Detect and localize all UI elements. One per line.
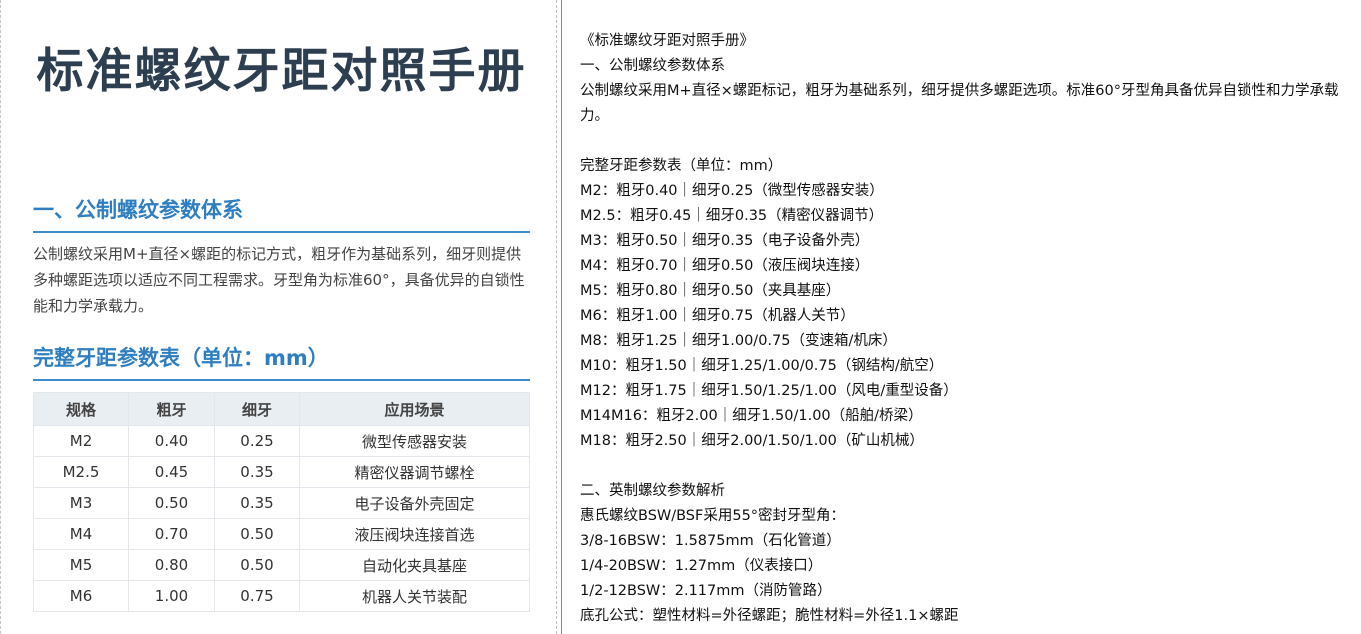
text-line: M14M16：粗牙2.00｜细牙1.50/1.00（船舶/桥梁）: [580, 408, 923, 424]
cell-spec: M3: [33, 487, 129, 519]
column-header-spec: 规格: [33, 392, 129, 426]
cell-coarse: 0.40: [128, 425, 215, 457]
text-line: 惠氏螺纹BSW/BSF采用55°密封牙型角：: [580, 508, 846, 524]
cell-coarse: 0.50: [128, 487, 215, 519]
table-row: M6 1.00 0.75 机器人关节装配: [33, 580, 530, 612]
pitch-table: 规格 粗牙 细牙 应用场景 M2 0.40 0.25 微型传感器安装 M2.5 …: [33, 392, 530, 612]
cell-coarse: 0.70: [128, 518, 215, 550]
text-line: 一、公制螺纹参数体系: [580, 58, 725, 74]
table-row: M4 0.70 0.50 液压阀块连接首选: [33, 518, 530, 550]
table-header-row: 规格 粗牙 细牙 应用场景: [33, 392, 530, 426]
text-line: M4：粗牙0.70｜细牙0.50（液压阀块连接）: [580, 258, 870, 274]
cell-spec: M2.5: [33, 456, 129, 488]
text-line: M6：粗牙1.00｜细牙0.75（机器人关节）: [580, 308, 855, 324]
text-line: 1/2-12BSW：2.117mm（消防管路）: [580, 583, 832, 599]
section-heading-metric: 一、公制螺纹参数体系: [33, 194, 530, 233]
text-line: M2.5：粗牙0.45｜细牙0.35（精密仪器调节）: [580, 208, 884, 224]
plain-text-pane[interactable]: 《标准螺纹牙距对照手册》 一、公制螺纹参数体系 公制螺纹采用M+直径×螺距标记，…: [562, 0, 1361, 634]
text-line: 公制螺纹采用M+直径×螺距标记，粗牙为基础系列，细牙提供多螺距选项。标准60°牙…: [580, 83, 1339, 124]
cell-fine: 0.75: [214, 580, 300, 612]
cell-spec: M2: [33, 425, 129, 457]
cell-application: 电子设备外壳固定: [299, 487, 530, 519]
text-line: 二、英制螺纹参数解析: [580, 483, 725, 499]
table-row: M3 0.50 0.35 电子设备外壳固定: [33, 487, 530, 519]
plain-text-content[interactable]: 《标准螺纹牙距对照手册》 一、公制螺纹参数体系 公制螺纹采用M+直径×螺距标记，…: [580, 29, 1355, 629]
table-row: M2.5 0.45 0.35 精密仪器调节螺栓: [33, 456, 530, 488]
cell-fine: 0.35: [214, 487, 300, 519]
text-line: M5：粗牙0.80｜细牙0.50（夹具基座）: [580, 283, 841, 299]
metric-intro-paragraph: 公制螺纹采用M+直径×螺距的标记方式，粗牙作为基础系列，细牙则提供多种螺距选项以…: [33, 245, 525, 315]
cell-application: 机器人关节装配: [299, 580, 530, 612]
text-line: M3：粗牙0.50｜细牙0.35（电子设备外壳）: [580, 233, 870, 249]
column-header-fine: 细牙: [214, 392, 300, 426]
text-line: 底孔公式：塑性材料=外径螺距；脆性材料=外径1.1×螺距: [580, 608, 959, 624]
cell-application: 液压阀块连接首选: [299, 518, 530, 550]
text-line: M2：粗牙0.40｜细牙0.25（微型传感器安装）: [580, 183, 884, 199]
cell-application: 精密仪器调节螺栓: [299, 456, 530, 488]
text-line: 《标准螺纹牙距对照手册》: [580, 33, 754, 49]
cell-coarse: 1.00: [128, 580, 215, 612]
cell-application: 自动化夹具基座: [299, 549, 530, 581]
cell-application: 微型传感器安装: [299, 425, 530, 457]
column-header-coarse: 粗牙: [128, 392, 215, 426]
table-row: M5 0.80 0.50 自动化夹具基座: [33, 549, 530, 581]
section-heading-pitch-table: 完整牙距参数表（单位：mm）: [33, 342, 530, 381]
text-line: 1/4-20BSW：1.27mm（仪表接口）: [580, 558, 823, 574]
table-row: M2 0.40 0.25 微型传感器安装: [33, 425, 530, 457]
document-title: 标准螺纹牙距对照手册: [36, 44, 527, 99]
cell-fine: 0.35: [214, 456, 300, 488]
cell-spec: M4: [33, 518, 129, 550]
text-line: M12：粗牙1.75｜细牙1.50/1.25/1.00（风电/重型设备）: [580, 383, 958, 399]
text-line: 3/8-16BSW：1.5875mm（石化管道）: [580, 533, 841, 549]
cell-coarse: 0.80: [128, 549, 215, 581]
cell-fine: 0.25: [214, 425, 300, 457]
text-line: M8：粗牙1.25｜细牙1.00/0.75（变速箱/机床）: [580, 333, 897, 349]
rendered-document-pane: 标准螺纹牙距对照手册 一、公制螺纹参数体系 公制螺纹采用M+直径×螺距的标记方式…: [0, 0, 556, 634]
cell-fine: 0.50: [214, 518, 300, 550]
text-line: M10：粗牙1.50｜细牙1.25/1.00/0.75（钢结构/航空）: [580, 358, 944, 374]
cell-spec: M6: [33, 580, 129, 612]
text-line: M18：粗牙2.50｜细牙2.00/1.50/1.00（矿山机械）: [580, 433, 924, 449]
cell-spec: M5: [33, 549, 129, 581]
text-line: 完整牙距参数表（单位：mm）: [580, 158, 783, 174]
column-header-application: 应用场景: [299, 392, 530, 426]
cell-coarse: 0.45: [128, 456, 215, 488]
cell-fine: 0.50: [214, 549, 300, 581]
